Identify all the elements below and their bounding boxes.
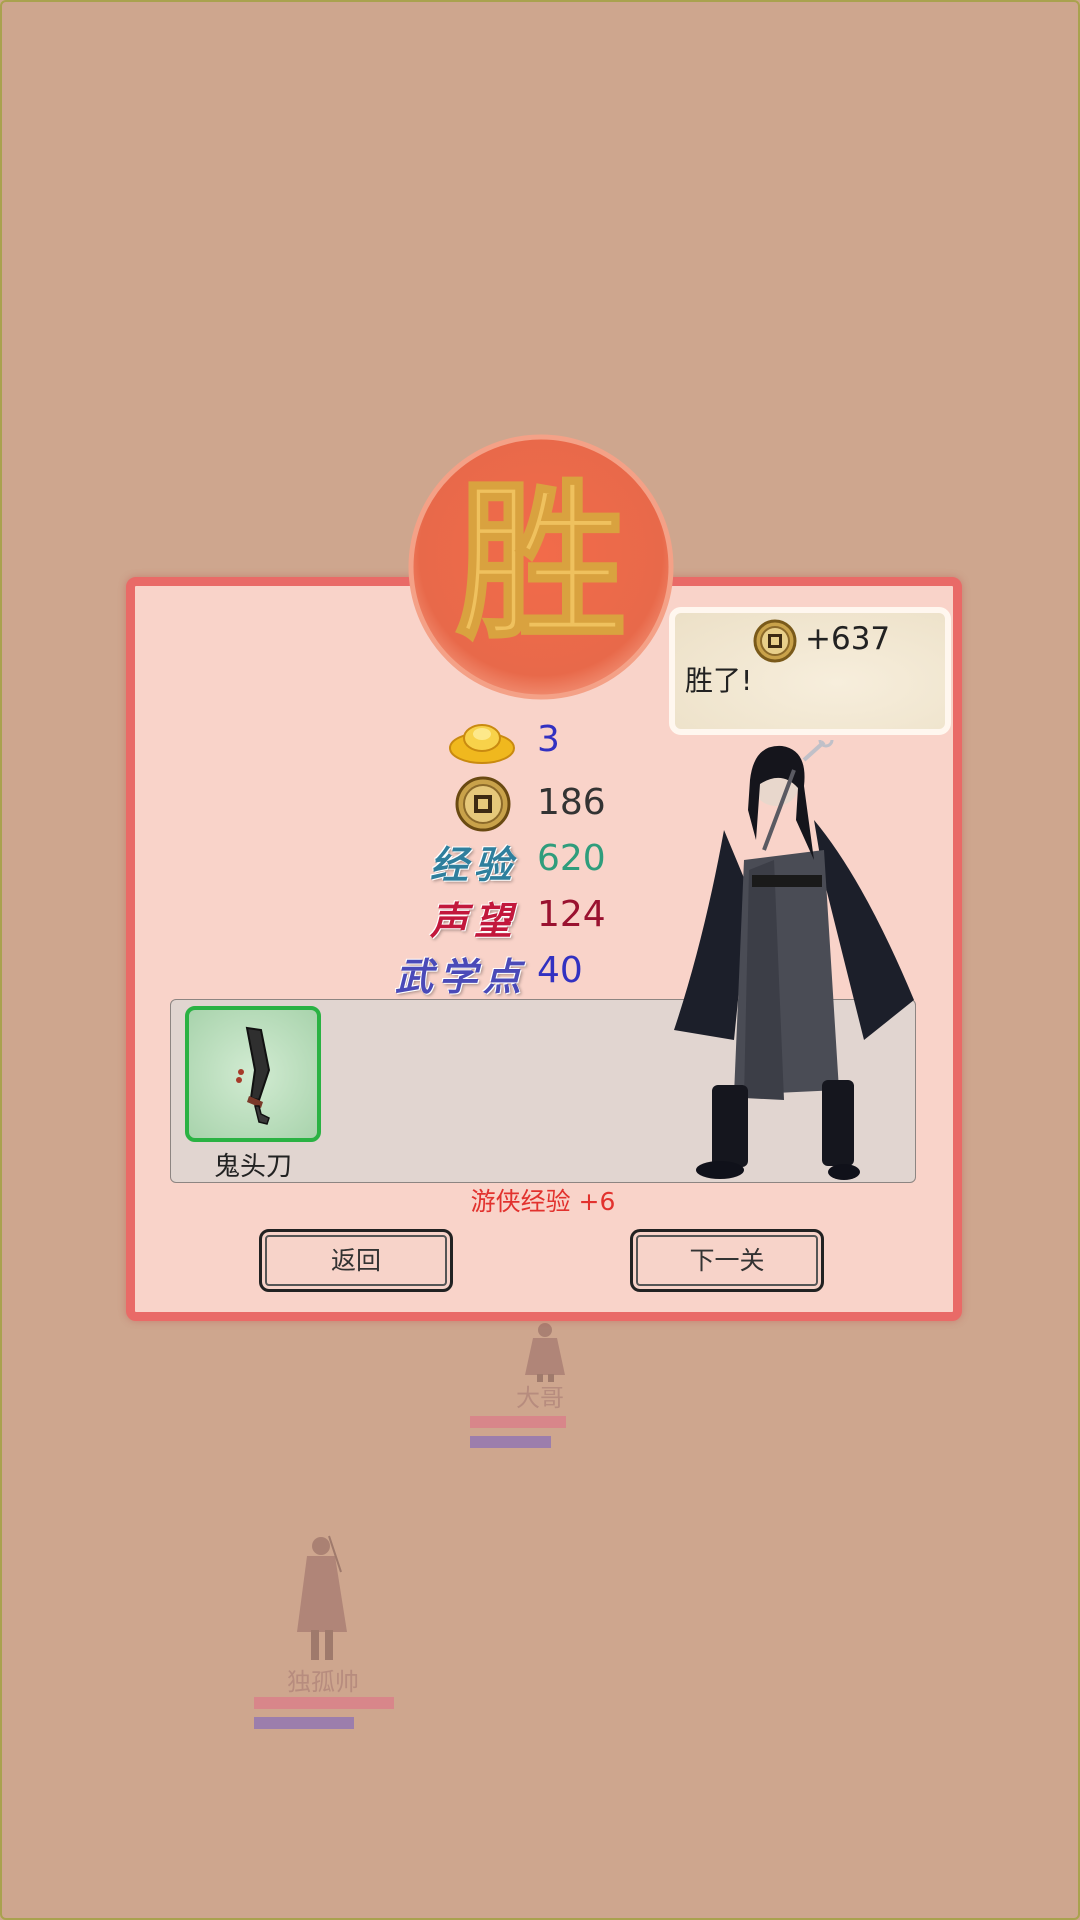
copper-coin-icon bbox=[753, 619, 797, 663]
ranger-exp-reward: 游侠经验 +6 bbox=[470, 1187, 616, 1216]
hp-bar bbox=[470, 1416, 566, 1428]
gold-ingot-icon bbox=[449, 724, 515, 764]
mp-bar bbox=[254, 1717, 354, 1729]
unit-name: 大哥 bbox=[516, 1384, 564, 1412]
exp-value: 620 bbox=[537, 838, 606, 879]
unit-name: 独孤帅 bbox=[287, 1668, 359, 1696]
coins-value: 186 bbox=[537, 782, 606, 823]
seal-char: 胜 bbox=[456, 463, 626, 663]
copper-coin-icon bbox=[455, 776, 511, 832]
coin-reward-amount: +637 bbox=[805, 621, 891, 657]
reward-bubble: +637 胜了! bbox=[669, 607, 951, 735]
martial-points-value: 40 bbox=[537, 950, 583, 991]
mp-bar bbox=[470, 1436, 551, 1448]
character-sprite-icon bbox=[525, 1323, 565, 1382]
fame-value: 124 bbox=[537, 894, 606, 935]
gold-ingot-value: 3 bbox=[537, 719, 560, 760]
broadsword-icon bbox=[236, 1026, 271, 1125]
hero-character-portrait bbox=[674, 740, 914, 1180]
loot-item-slot[interactable] bbox=[185, 1006, 321, 1142]
character-sprite-icon bbox=[297, 1535, 347, 1660]
back-button[interactable]: 返回 bbox=[259, 1229, 453, 1292]
exp-label: 经验 bbox=[430, 842, 519, 887]
victory-message: 胜了! bbox=[685, 664, 753, 697]
loot-item-name: 鬼头刀 bbox=[213, 1152, 292, 1182]
fame-label: 声望 bbox=[430, 898, 519, 943]
hp-bar bbox=[254, 1697, 394, 1709]
martial-points-label: 武学点 bbox=[395, 954, 528, 999]
victory-seal-icon: 胜 bbox=[408, 434, 674, 700]
next-level-button[interactable]: 下一关 bbox=[630, 1229, 824, 1292]
